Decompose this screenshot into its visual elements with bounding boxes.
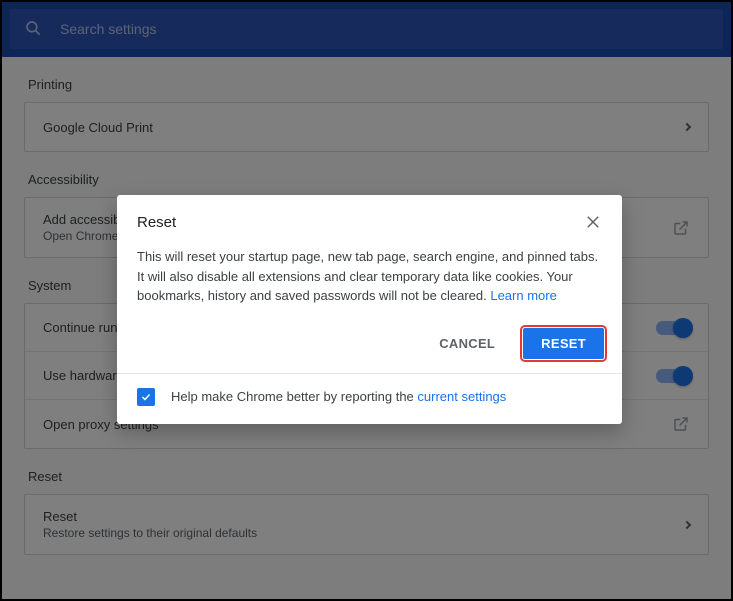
help-report-text: Help make Chrome better by reporting the	[171, 389, 417, 404]
close-button[interactable]	[584, 213, 602, 231]
current-settings-link[interactable]: current settings	[417, 389, 506, 404]
reset-dialog: Reset This will reset your startup page,…	[117, 195, 622, 424]
cancel-button[interactable]: CANCEL	[421, 328, 513, 359]
help-report-label: Help make Chrome better by reporting the…	[171, 389, 506, 404]
dialog-body: This will reset your startup page, new t…	[117, 245, 622, 322]
learn-more-link[interactable]: Learn more	[490, 288, 556, 303]
reset-button[interactable]: RESET	[523, 328, 604, 359]
dialog-title: Reset	[137, 214, 584, 231]
help-report-checkbox[interactable]	[137, 388, 155, 406]
